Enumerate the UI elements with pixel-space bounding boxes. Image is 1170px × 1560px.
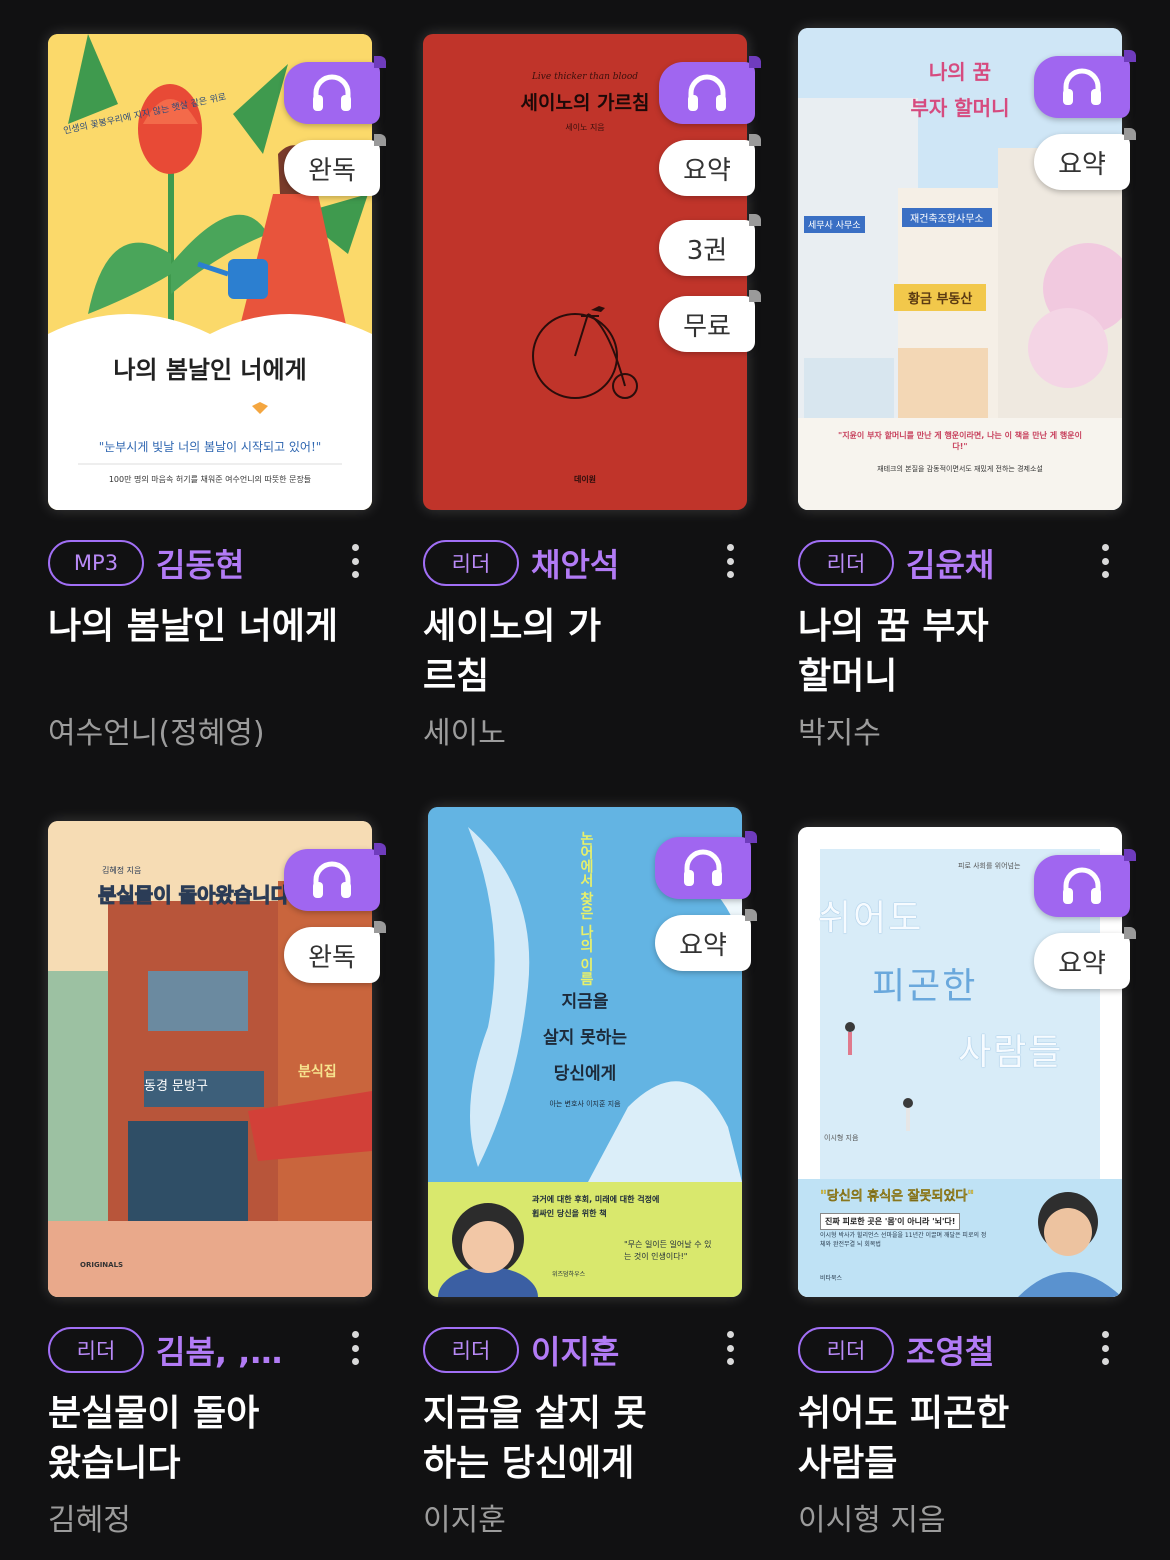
audiobook-badge [655, 831, 757, 899]
audiobook-badge [1034, 50, 1136, 118]
headphones-icon [1063, 68, 1101, 105]
headphones-icon [313, 861, 351, 898]
volumes-badge: 3권 [659, 214, 761, 276]
cover-title-line3: 사람들 [958, 1032, 1064, 1073]
narrator-name[interactable]: 조영철 [906, 1327, 994, 1373]
cover-label: ORIGINALS [80, 1261, 124, 1269]
book-meta: 리더 김윤채 [798, 540, 1128, 586]
summary-badge: 요약 [655, 909, 757, 971]
narrator-name[interactable]: 김봄, ,… [156, 1327, 282, 1373]
book-title[interactable]: 세이노의 가르침 [423, 602, 603, 702]
cover-blurb: 과거에 대한 후회, 미래에 대한 걱정에 휩싸인 당신을 위한 책 [532, 1195, 660, 1218]
book-title[interactable]: 나의 봄날인 너에게 [48, 602, 348, 652]
cover-title-line1: 지금을 [561, 992, 609, 1012]
summary-badge: 요약 [1034, 128, 1136, 190]
cover-publisher: 데이원 [573, 475, 597, 484]
book-author: 세이노 [423, 716, 506, 751]
status-badge: 완독 [284, 921, 386, 983]
book-card[interactable]: 논어에서 찾은 나의 이름 지금을 살지 못하는 당신에게 아는 변호사 이지훈… [423, 807, 757, 1551]
cover-box-text: 진짜 피로한 곳은 '몸'이 아니라 '뇌'다! [820, 1213, 961, 1230]
cover-quote: "지윤이 부자 할머니를 만난 게 행운이라면, 나는 이 책을 만난 게 행운… [838, 431, 1082, 451]
cover-quote: "당신의 휴식은 잘못되었다" [820, 1189, 975, 1204]
format-tag: 리더 [798, 540, 894, 586]
free-badge: 무료 [659, 290, 761, 352]
cover-shop-sign: 동경 문방구 [144, 1079, 208, 1094]
book-card[interactable]: 피로 사회를 위어넘는 쉬어도 피곤한 사람들 이시형 지음 "당신의 휴식은 … [798, 827, 1136, 1551]
cover-title-line2: 피곤한 [872, 966, 978, 1007]
format-tag: 리더 [48, 1327, 144, 1373]
cover-subtitle: 아는 변호사 이지훈 지음 [549, 1100, 621, 1108]
cover-author-line: 김혜정 지음 [102, 866, 142, 875]
status-badge: 완독 [284, 134, 386, 196]
cover-title-line2: 살지 못하는 [542, 1028, 628, 1048]
summary-badge: 요약 [1034, 927, 1136, 989]
cover-quote: "눈부시게 빛날 너의 봄날이 시작되고 있어!" [98, 440, 322, 454]
book-author: 여수언니(정혜영) [48, 716, 265, 751]
format-tag: 리더 [423, 1327, 519, 1373]
book-title[interactable]: 분실물이 돌아왔습니다 [48, 1389, 288, 1489]
narrator-name[interactable]: 채안석 [531, 540, 619, 586]
headphones-icon [684, 849, 722, 886]
book-meta: 리더 채안석 [423, 540, 753, 586]
more-options-icon[interactable] [725, 544, 735, 578]
book-author: 이지훈 [423, 1503, 506, 1538]
cover-sign: 세무사 사무소 [804, 216, 865, 233]
cover-title: 나의 봄날인 너에게 [113, 355, 307, 384]
cover-sign: 황금 부동산 [894, 284, 987, 311]
headphones-icon [688, 74, 726, 111]
audiobook-badge [284, 843, 386, 911]
book-card[interactable]: 인생의 꽃봉우리에 지지 않는 햇살 같은 위로 나의 봄날인 너에게 "눈부시… [48, 34, 386, 764]
audiobook-badge [1034, 849, 1136, 917]
more-options-icon[interactable] [1100, 1331, 1110, 1365]
format-tag: MP3 [48, 540, 144, 586]
cover-footer: 100만 명의 마음속 허기를 채워준 여수언니의 따뜻한 문장들 [108, 475, 312, 484]
narrator-name[interactable]: 김동현 [156, 540, 244, 586]
book-title[interactable]: 쉬어도 피곤한 사람들 [798, 1389, 1038, 1489]
cover-title: 분실물이 돌아왔습니다 [98, 883, 290, 908]
book-card[interactable]: Live thicker than blood 세이노의 가르침 세이노 지음 … [423, 34, 761, 764]
book-card[interactable]: 나의 꿈 부자 할머니 세무사 사무소 재건축조합사무소 황금 부동산 "지윤이… [798, 28, 1136, 764]
cover-sign: 재건축조합사무소 [902, 208, 992, 227]
book-title[interactable]: 나의 꿈 부자 할머니 [798, 602, 998, 702]
headphones-icon [313, 74, 351, 111]
book-meta: 리더 이지훈 [423, 1327, 753, 1373]
cover-title-line3: 당신에게 [553, 1064, 617, 1084]
more-options-icon[interactable] [350, 1331, 360, 1365]
audiobook-badge [659, 56, 761, 124]
cover-publisher: 위즈덤하우스 [552, 1271, 586, 1278]
book-author: 김혜정 [48, 1503, 131, 1538]
book-author: 박지수 [798, 716, 881, 751]
cover-footer: 이시형 박사가 힐리언스 선마을을 11년간 이끌며 깨달은 피로의 정체와 완… [820, 1232, 987, 1248]
audiobook-badge [284, 56, 386, 124]
summary-badge: 요약 [659, 134, 761, 196]
cover-vertical-text: 논어에서 찾은 나의 이름 [578, 831, 594, 986]
book-author: 이시형 지음 [798, 1503, 946, 1538]
cover-title-line1: 쉬어도 [818, 898, 924, 939]
cover-publisher: 비타북스 [820, 1275, 843, 1282]
format-tag: 리더 [423, 540, 519, 586]
cover-footer: 재테크의 본질을 감동적이면서도 재밌게 전하는 경제소설 [877, 465, 1043, 473]
narrator-name[interactable]: 김윤채 [906, 540, 994, 586]
book-card[interactable]: 김혜정 지음 분실물이 돌아왔습니다 동경 문방구 분식집 ORIGINALS … [48, 821, 386, 1551]
cover-quote: "무슨 일이든 일어날 수 있는 것이 인생이다!" [624, 1240, 712, 1261]
more-options-icon[interactable] [725, 1331, 735, 1365]
cover-top-text: 피로 사회를 위어넘는 [958, 862, 1021, 870]
headphones-icon [1063, 867, 1101, 904]
book-meta: MP3 김동현 [48, 540, 378, 586]
book-meta: 리더 조영철 [798, 1327, 1128, 1373]
format-tag: 리더 [798, 1327, 894, 1373]
book-meta: 리더 김봄, ,… [48, 1327, 378, 1373]
more-options-icon[interactable] [350, 544, 360, 578]
cover-author-line: 이시형 지음 [824, 1134, 859, 1142]
cover-shop-sign: 분식집 [298, 1064, 337, 1080]
book-title[interactable]: 지금을 살지 못하는 당신에게 [423, 1389, 663, 1489]
narrator-name[interactable]: 이지훈 [531, 1327, 619, 1373]
more-options-icon[interactable] [1100, 544, 1110, 578]
